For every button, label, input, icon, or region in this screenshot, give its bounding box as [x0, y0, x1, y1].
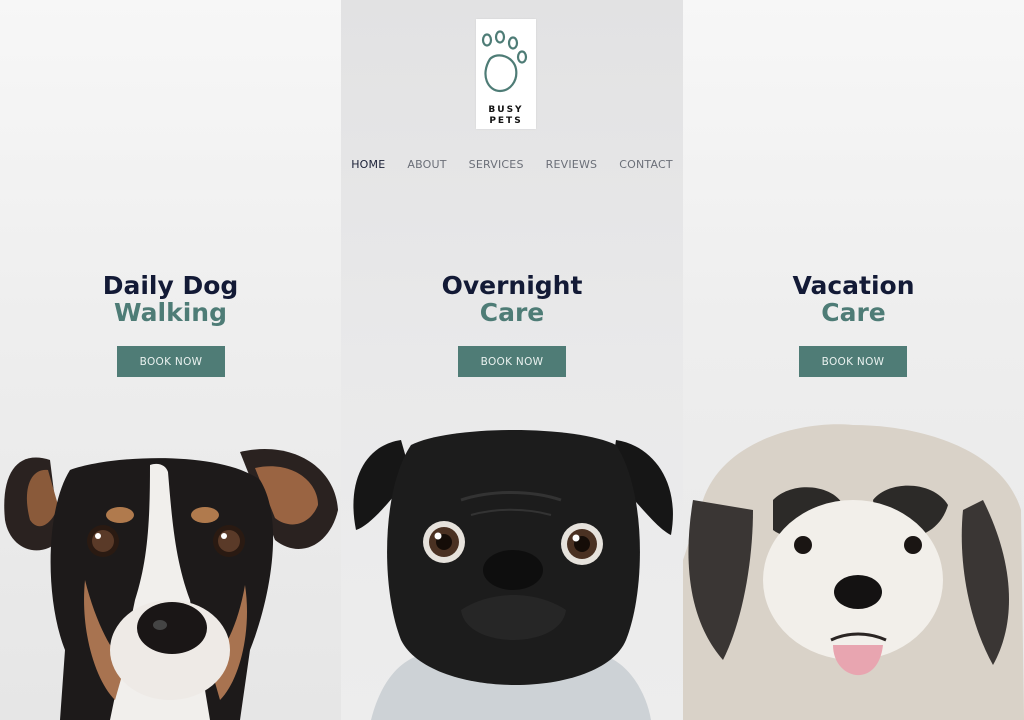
black-pug-image: [353, 430, 673, 720]
jack-russell-terrier-image: [4, 449, 338, 720]
service-panel-overnight-care: BUSY PETS HOME ABOUT SERVICES REVIEWS CO…: [341, 0, 683, 720]
service-panel-vacation-care: Vacation Care BOOK NOW: [683, 0, 1024, 720]
shih-tzu-image: [683, 424, 1024, 720]
service-panel-daily-walking: Daily Dog Walking BOOK NOW: [0, 0, 341, 720]
